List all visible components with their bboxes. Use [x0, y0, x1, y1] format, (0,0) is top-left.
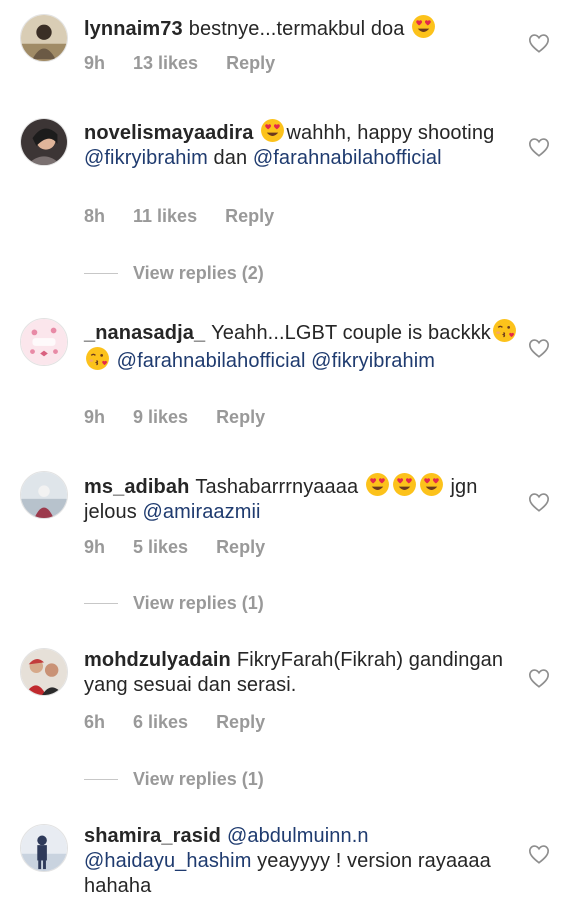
- mention-link[interactable]: @farahnabilahofficial: [253, 147, 442, 169]
- heart-eyes-emoji-icon: [365, 472, 390, 497]
- comment-text: Tashabarrrnyaaaa: [195, 476, 364, 498]
- kissing-face-emoji-icon: [492, 318, 517, 343]
- comment-username[interactable]: shamira_rasid: [84, 825, 221, 847]
- heart-outline-icon[interactable]: [528, 492, 550, 512]
- mention-link[interactable]: @fikryibrahim: [84, 147, 208, 169]
- divider-line: [84, 603, 118, 604]
- comment-likes-link[interactable]: 13 likes: [133, 53, 198, 74]
- heart-outline-icon[interactable]: [528, 33, 550, 53]
- view-replies-button[interactable]: View replies (1): [84, 593, 264, 614]
- view-replies-label: View replies (2): [133, 263, 264, 283]
- comment-body: _nanasadja_ Yeahh...LGBT couple is backkk…: [84, 318, 524, 374]
- comment-likes-link[interactable]: 11 likes: [133, 206, 197, 227]
- heart-outline-icon[interactable]: [528, 844, 550, 864]
- mention-link[interactable]: @abdulmuinn.n: [227, 825, 369, 847]
- mention-link[interactable]: @haidayu_hashim: [84, 850, 251, 872]
- comment-meta: 6h 6 likes Reply: [84, 712, 293, 733]
- heart-outline-icon[interactable]: [528, 338, 550, 358]
- comment-meta: 9h 5 likes Reply: [84, 537, 293, 558]
- mention-link[interactable]: @fikryibrahim: [311, 350, 435, 372]
- heart-eyes-emoji-icon: [260, 118, 285, 143]
- comment-timestamp: 9h: [84, 537, 106, 557]
- comment-username[interactable]: _nanasadja_: [84, 322, 205, 344]
- mention-link[interactable]: @farahnabilahofficial: [117, 350, 306, 372]
- comment-likes-link[interactable]: 9 likes: [133, 407, 188, 428]
- comment-username[interactable]: mohdzulyadain: [84, 649, 231, 671]
- heart-eyes-emoji-icon: [411, 14, 436, 39]
- avatar[interactable]: [20, 118, 68, 166]
- comment-username[interactable]: ms_adibah: [84, 476, 189, 498]
- comment-text: bestnye...termakbul doa: [188, 18, 411, 40]
- view-replies-label: View replies (1): [133, 593, 264, 613]
- comment-timestamp: 9h: [84, 407, 106, 427]
- comment-body: novelismayaadira wahhh, happy shooting @f…: [84, 118, 524, 171]
- comment-text: wahhh, happy shooting: [286, 122, 495, 144]
- comment-meta: 9h 13 likes Reply: [84, 53, 303, 74]
- comment-body: lynnaim73 bestnye...termakbul doa: [84, 14, 524, 42]
- divider-line: [84, 273, 118, 274]
- heart-outline-icon[interactable]: [528, 668, 550, 688]
- view-replies-button[interactable]: View replies (1): [84, 769, 264, 790]
- comment-timestamp: 9h: [84, 53, 106, 73]
- avatar[interactable]: [20, 318, 68, 366]
- comment-body: mohdzulyadain FikryFarah(Fikrah) gandinga…: [84, 648, 524, 698]
- comment-body: shamira_rasid @abdulmuinn.n @haidayu_hash…: [84, 824, 524, 899]
- view-replies-button[interactable]: View replies (2): [84, 263, 264, 284]
- reply-button[interactable]: Reply: [226, 53, 275, 74]
- comment-text: dan: [207, 147, 253, 169]
- divider-line: [84, 779, 118, 780]
- reply-button[interactable]: Reply: [216, 537, 265, 558]
- avatar[interactable]: [20, 14, 68, 62]
- comment-meta: 9h 9 likes Reply: [84, 407, 293, 428]
- comment-timestamp: 8h: [84, 206, 106, 226]
- comment-meta: 8h 11 likes Reply: [84, 206, 302, 227]
- comment-text: Yeahh...LGBT couple is backkk: [211, 322, 491, 344]
- comment-username[interactable]: lynnaim73: [84, 18, 183, 40]
- heart-eyes-emoji-icon: [419, 472, 444, 497]
- view-replies-label: View replies (1): [133, 769, 264, 789]
- comment-username[interactable]: novelismayaadira: [84, 122, 253, 144]
- heart-outline-icon[interactable]: [528, 137, 550, 157]
- kissing-face-emoji-icon: [85, 346, 110, 371]
- reply-button[interactable]: Reply: [216, 407, 265, 428]
- avatar[interactable]: [20, 471, 68, 519]
- mention-link[interactable]: @amiraazmii: [143, 501, 261, 523]
- comment-timestamp: 6h: [84, 712, 106, 732]
- comment-body: ms_adibah Tashabarrrnyaaaa jgn jelous @am…: [84, 472, 524, 525]
- reply-button[interactable]: Reply: [225, 206, 274, 227]
- reply-button[interactable]: Reply: [216, 712, 265, 733]
- comment-likes-link[interactable]: 6 likes: [133, 712, 188, 733]
- heart-eyes-emoji-icon: [392, 472, 417, 497]
- avatar[interactable]: [20, 648, 68, 696]
- avatar[interactable]: [20, 824, 68, 872]
- comment-likes-link[interactable]: 5 likes: [133, 537, 188, 558]
